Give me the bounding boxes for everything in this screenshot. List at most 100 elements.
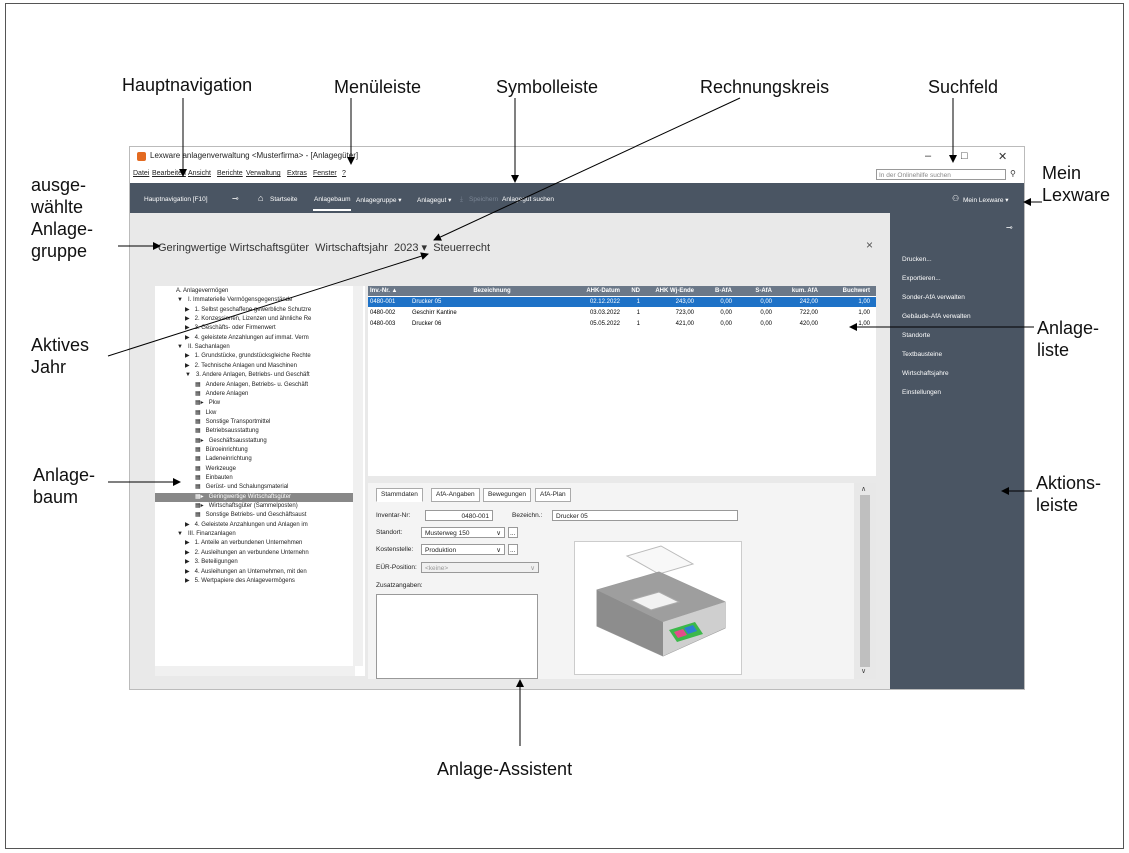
table-row[interactable]: 0480-001 Drucker 05 02.12.2022 1 243,00 0,00 0… — [368, 297, 876, 307]
action-item[interactable]: Wirtschaftsjahre — [902, 370, 949, 377]
tree-item[interactable]: ▦ Andere Anlagen, Betriebs- u. Geschäft — [195, 381, 308, 390]
tree-item[interactable]: ▦ Andere Anlagen — [195, 390, 248, 399]
tab-stammdaten[interactable]: Stammdaten — [376, 488, 423, 502]
tree-item[interactable]: ▶ 4. geleistete Anzahlungen auf immat. Ve… — [185, 334, 309, 343]
expand-toggle-icon[interactable]: ▶ — [185, 522, 190, 528]
expand-toggle-icon[interactable]: ▶ — [185, 325, 190, 331]
column-header[interactable]: AHK-Datum — [572, 286, 620, 296]
hauptnavigation-button[interactable]: Hauptnavigation [F10] — [144, 196, 208, 203]
minimize-button[interactable]: – — [925, 150, 931, 162]
expand-toggle-icon[interactable]: ▼ — [177, 531, 183, 537]
pin-actions-icon[interactable]: ⊸ — [1006, 223, 1013, 232]
search-input[interactable]: In der Onlinehilfe suchen — [876, 169, 1006, 180]
tree-item[interactable]: ▦▸ Wirtschaftsgüter (Sammelposten) — [195, 502, 298, 511]
column-header[interactable]: S-AfA — [732, 286, 772, 296]
column-header[interactable]: kum. AfA — [772, 286, 818, 296]
anlagegut-suchen-button[interactable]: Anlagegut suchen — [502, 196, 554, 203]
anlagegruppe-menu[interactable]: Anlagegruppe ▾ — [356, 196, 402, 204]
startseite-button[interactable]: Startseite — [270, 196, 297, 203]
tree-item[interactable]: ▶ 4. Geleistete Anzahlungen und Anlagen i… — [185, 521, 308, 530]
expand-toggle-icon[interactable]: ▼ — [185, 372, 191, 378]
tree-item[interactable]: ▶ 3. Beteiligungen — [185, 558, 238, 567]
mein-lexware-menu[interactable]: Mein Lexware ▾ — [963, 196, 1009, 204]
menu-bearbeiten[interactable]: Bearbeiten — [152, 170, 186, 177]
action-item[interactable]: Gebäude-AfA verwalten — [902, 313, 971, 320]
action-item[interactable]: Sonder-AfA verwalten — [902, 294, 965, 301]
expand-toggle-icon[interactable]: ▶ — [185, 307, 190, 313]
expand-toggle-icon[interactable]: ▼ — [177, 297, 183, 303]
menu-datei[interactable]: Datei — [133, 170, 149, 177]
tree-item[interactable]: ▦ Sonstige Transportmittel — [195, 418, 270, 427]
action-item[interactable]: Textbausteine — [902, 351, 942, 358]
column-header[interactable]: Buchwert — [818, 286, 870, 296]
tree-item[interactable]: ▶ 3. Geschäfts- oder Firmenwert — [185, 324, 276, 333]
tree-item[interactable]: ▦ Gerüst- und Schalungsmaterial — [195, 483, 288, 492]
tree-item[interactable]: ▶ 2. Konzessionen, Lizenzen und ähnliche … — [185, 315, 311, 324]
column-header[interactable]: AHK Wj-Ende — [640, 286, 694, 296]
tree-item[interactable]: ▦ Einbauten — [195, 474, 233, 483]
close-button[interactable]: ✕ — [998, 150, 1007, 163]
tab-afa-angaben[interactable]: AfA-Angaben — [431, 488, 480, 502]
user-icon[interactable]: ⚇ — [952, 194, 959, 203]
tree-item[interactable]: ▶ 1. Anteile an verbundenen Unternehmen — [185, 539, 302, 548]
menu-help[interactable]: ? — [342, 170, 346, 177]
close-view-icon[interactable]: × — [866, 238, 873, 252]
expand-toggle-icon[interactable]: ▶ — [185, 578, 190, 584]
year-selector[interactable]: 2023 ▾ — [394, 242, 427, 254]
standort-more-button[interactable]: ... — [508, 527, 518, 538]
rechnungskreis-label[interactable]: Steuerrecht — [433, 242, 490, 254]
kostenstelle-more-button[interactable]: ... — [508, 544, 518, 555]
table-row[interactable]: 0480-003 Drucker 06 05.05.2022 1 421,00 0,00 0… — [368, 319, 876, 329]
expand-toggle-icon[interactable]: ▶ — [185, 363, 190, 369]
tree-item[interactable]: ▼ I. Immaterielle Vermögensgegenstände — [177, 296, 292, 305]
anlagegut-menu[interactable]: Anlagegut ▾ — [417, 196, 451, 204]
menu-verwaltung[interactable]: Verwaltung — [246, 170, 281, 177]
inventar-input[interactable]: 0480-001 — [425, 510, 493, 521]
tree-item[interactable]: ▦ Büroeinrichtung — [195, 446, 248, 455]
tree-item[interactable]: ▦ Ladeneinrichtung — [195, 455, 252, 464]
column-header[interactable]: Inv.-Nr. ▲ — [370, 286, 410, 296]
table-row[interactable]: 0480-002 Geschirr Kantine 03.03.2022 1 723,0… — [368, 308, 876, 318]
expand-toggle-icon[interactable]: ▶ — [185, 353, 190, 359]
tree-item[interactable]: ▦ Sonstige Betriebs- und Geschäftsaust — [195, 511, 306, 520]
tab-afa-plan[interactable]: AfA-Plan — [535, 488, 571, 502]
column-header[interactable]: Bezeichnung — [412, 286, 572, 296]
menu-ansicht[interactable]: Ansicht — [188, 170, 211, 177]
action-item[interactable]: Einstellungen — [902, 389, 941, 396]
bezeichnung-input[interactable]: Drucker 05 — [552, 510, 738, 521]
menu-berichte[interactable]: Berichte — [217, 170, 243, 177]
expand-toggle-icon[interactable]: ▶ — [185, 540, 190, 546]
tree-item[interactable]: ▼ 3. Andere Anlagen, Betriebs- und Geschä… — [185, 371, 310, 380]
column-header[interactable]: ND — [620, 286, 640, 296]
home-icon[interactable]: ⌂ — [258, 193, 263, 203]
expand-toggle-icon[interactable]: ▼ — [177, 344, 183, 350]
tree-item[interactable]: ▶ 1. Grundstücke, grundstücksgleiche Rech… — [185, 352, 311, 361]
search-icon[interactable]: ⚲ — [1010, 169, 1016, 178]
tree-item[interactable]: ▼ II. Sachanlagen — [177, 343, 230, 352]
tree-item[interactable]: ▶ 2. Ausleihungen an verbundene Unternehn — [185, 549, 309, 558]
expand-toggle-icon[interactable]: ▶ — [185, 569, 190, 575]
expand-toggle-icon[interactable]: ▶ — [185, 550, 190, 556]
menu-extras[interactable]: Extras — [287, 170, 307, 177]
maximize-button[interactable]: □ — [961, 150, 968, 162]
tree-item[interactable]: ▶ 4. Ausleihungen an Unternehmen, mit den — [185, 568, 307, 577]
tree-horizontal-scrollbar[interactable] — [155, 666, 355, 676]
kostenstelle-select[interactable]: Produktion ∨ — [421, 544, 505, 555]
tree-item[interactable]: ▦▸ Pkw — [195, 399, 220, 408]
anlagebaum-tab[interactable]: Anlagebaum — [314, 196, 351, 203]
tree-item[interactable]: ▶ 2. Technische Anlagen und Maschinen — [185, 362, 297, 371]
tree-item[interactable]: ▶ 1. Selbst geschaffene gewerbliche Schut… — [185, 306, 311, 315]
pin-icon[interactable]: ⊸ — [232, 194, 239, 203]
tree-item[interactable]: ▦ Lkw — [195, 409, 216, 418]
action-item[interactable]: Drucken... — [902, 256, 932, 263]
tree-item[interactable]: A. Anlagevermögen — [171, 287, 228, 296]
tree-item[interactable]: ▦ Werkzeuge — [195, 465, 236, 474]
menu-fenster[interactable]: Fenster — [313, 170, 337, 177]
tree-item[interactable]: ▦▸ Geschäftsausstattung — [195, 437, 267, 446]
tree-item[interactable]: ▦▸ Geringwertige Wirtschaftsgüter — [155, 492, 353, 502]
speichern-button[interactable]: Speichern — [469, 196, 498, 203]
expand-toggle-icon[interactable]: ▶ — [185, 559, 190, 565]
assistant-scrollbar[interactable]: ∧ ∨ — [854, 483, 876, 679]
tree-vertical-scrollbar[interactable] — [353, 286, 363, 666]
tree-item[interactable]: ▦ Betriebsausstattung — [195, 427, 259, 436]
